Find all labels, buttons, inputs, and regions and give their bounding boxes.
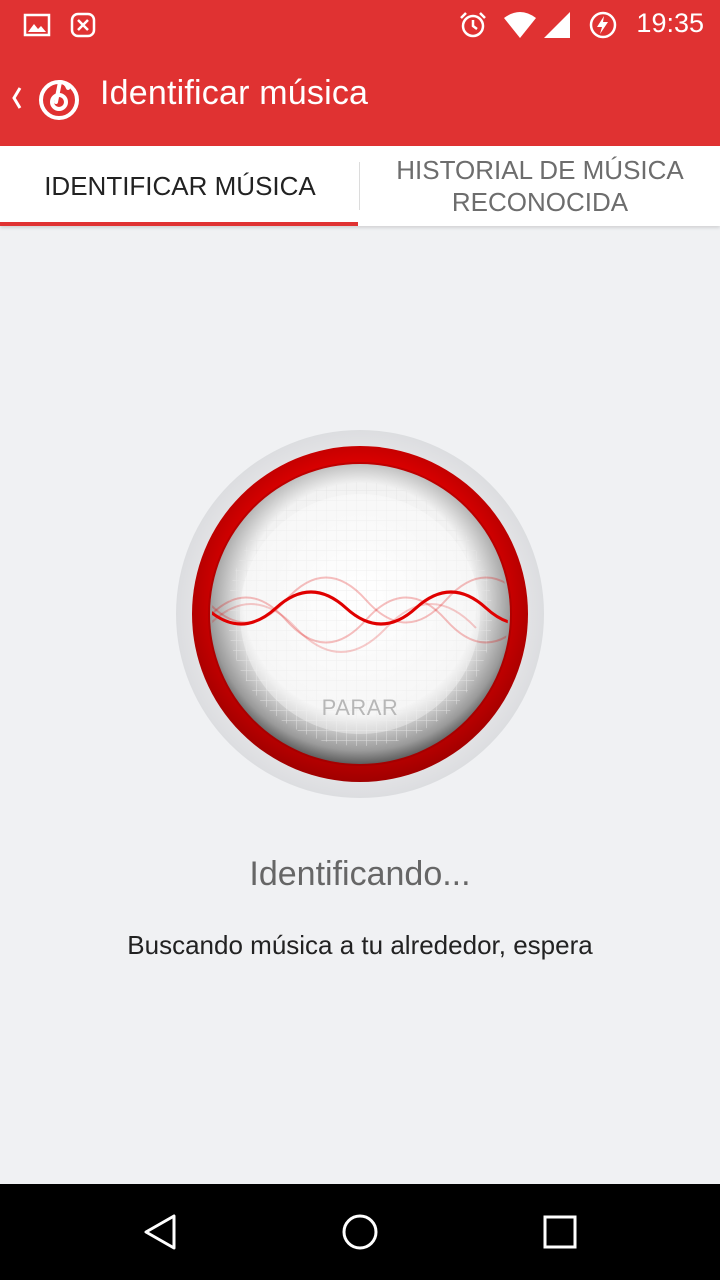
stop-label: PARAR (321, 695, 399, 720)
signal-icon (544, 12, 570, 38)
tab-bar: IDENTIFICAR MÚSICA HISTORIAL DE MÚSICA R… (0, 146, 720, 226)
recents-square-icon[interactable] (540, 1212, 580, 1252)
app-bar: Identificar música (0, 50, 720, 146)
back-triangle-icon[interactable] (140, 1212, 180, 1252)
home-circle-icon[interactable] (340, 1212, 380, 1252)
app-notification-icon (70, 12, 96, 38)
status-subtitle: Buscando música a tu alrededor, espera (127, 930, 593, 960)
alarm-icon (460, 12, 486, 38)
recognize-button[interactable]: PARAR (176, 430, 544, 798)
tab-label: IDENTIFICAR MÚSICA (44, 171, 316, 201)
tab-identify-music[interactable]: IDENTIFICAR MÚSICA (0, 146, 360, 226)
app-logo-icon (39, 79, 79, 120)
wifi-icon (504, 12, 536, 38)
page-title: Identificar música (100, 74, 369, 112)
system-nav-bar (0, 1184, 720, 1280)
tab-indicator (0, 222, 358, 226)
battery-charging-icon (589, 11, 617, 39)
back-chevron-icon[interactable] (8, 80, 26, 116)
tab-recognized-history[interactable]: HISTORIAL DE MÚSICA RECONOCIDA (360, 146, 720, 226)
status-time: 19:35 (636, 8, 704, 38)
image-notification-icon (23, 13, 51, 37)
tab-label: HISTORIAL DE MÚSICA RECONOCIDA (396, 155, 684, 217)
status-title: Identificando... (249, 855, 471, 893)
recognizer-graphic (176, 430, 544, 798)
status-bar: 19:35 (0, 0, 720, 50)
